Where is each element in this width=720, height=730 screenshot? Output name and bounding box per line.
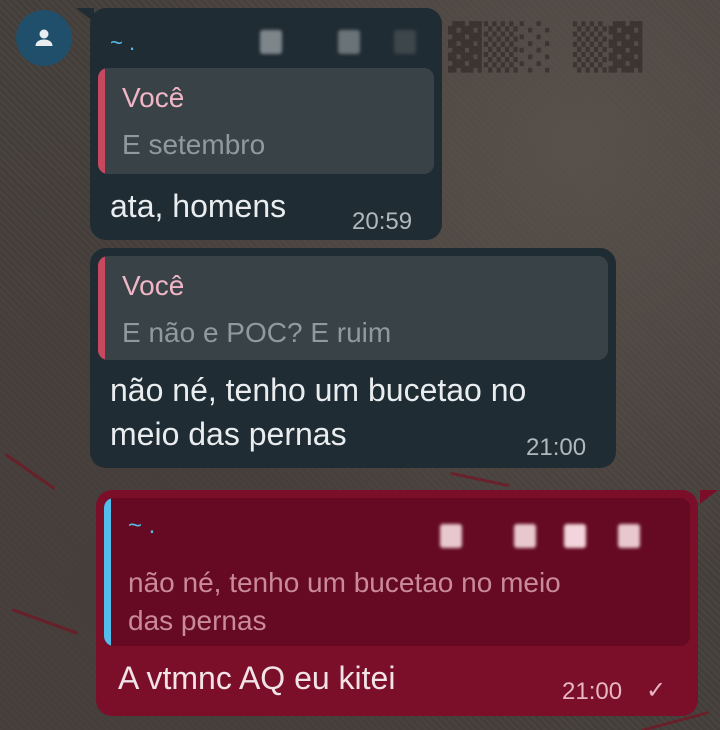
message-text: A vtmnc AQ eu kitei [118, 660, 396, 696]
wallpaper-decoration [4, 453, 56, 490]
redacted-phone [338, 30, 360, 54]
message-time: 21:00 [562, 678, 623, 705]
message-time: 20:59 [352, 208, 413, 235]
quote-author: Você [122, 82, 185, 113]
wallpaper-decoration: ▓▒░ ▒▓ [448, 22, 645, 73]
quoted-message[interactable]: ~ . não né, tenho um bucetao no meio das… [104, 498, 690, 646]
quote-text: E não e POC? E ruim [122, 317, 392, 348]
quote-bar [104, 498, 111, 646]
quote-text: E setembro [122, 129, 266, 160]
message-text-line: não né, tenho um bucetao no [110, 372, 527, 408]
redacted-phone [260, 30, 282, 54]
quote-bar [98, 68, 105, 174]
message-bubble-outgoing[interactable]: ~ . não né, tenho um bucetao no meio das… [96, 490, 698, 716]
contact-avatar[interactable] [16, 10, 72, 66]
quote-text-line: das pernas [128, 605, 267, 636]
single-check-icon: ✓ [646, 677, 667, 704]
redacted-phone [440, 524, 462, 548]
sender-name: ~ . [110, 30, 136, 55]
quote-author: ~ . [128, 512, 156, 539]
redacted-phone [564, 524, 586, 548]
message-bubble-incoming[interactable]: ~ . Você E setembro ata, homens 20:59 [90, 8, 442, 240]
redacted-phone [514, 524, 536, 548]
message-bubble-incoming[interactable]: Você E não e POC? E ruim não né, tenho u… [90, 248, 616, 468]
message-text: ata, homens [110, 188, 287, 224]
quote-text-line: não né, tenho um bucetao no meio [128, 567, 561, 598]
quote-author: Você [122, 270, 185, 301]
quote-bar [98, 256, 105, 360]
wallpaper-decoration [450, 471, 510, 488]
message-time: 21:00 [526, 434, 587, 461]
bubble-tail [700, 490, 718, 504]
quoted-message[interactable]: Você E não e POC? E ruim [98, 256, 608, 360]
redacted-phone [394, 30, 416, 54]
redacted-phone [618, 524, 640, 548]
person-icon [35, 29, 53, 46]
message-text-line: meio das pernas [110, 416, 347, 452]
wallpaper-decoration [11, 608, 79, 635]
quoted-message[interactable]: Você E setembro [98, 68, 434, 174]
